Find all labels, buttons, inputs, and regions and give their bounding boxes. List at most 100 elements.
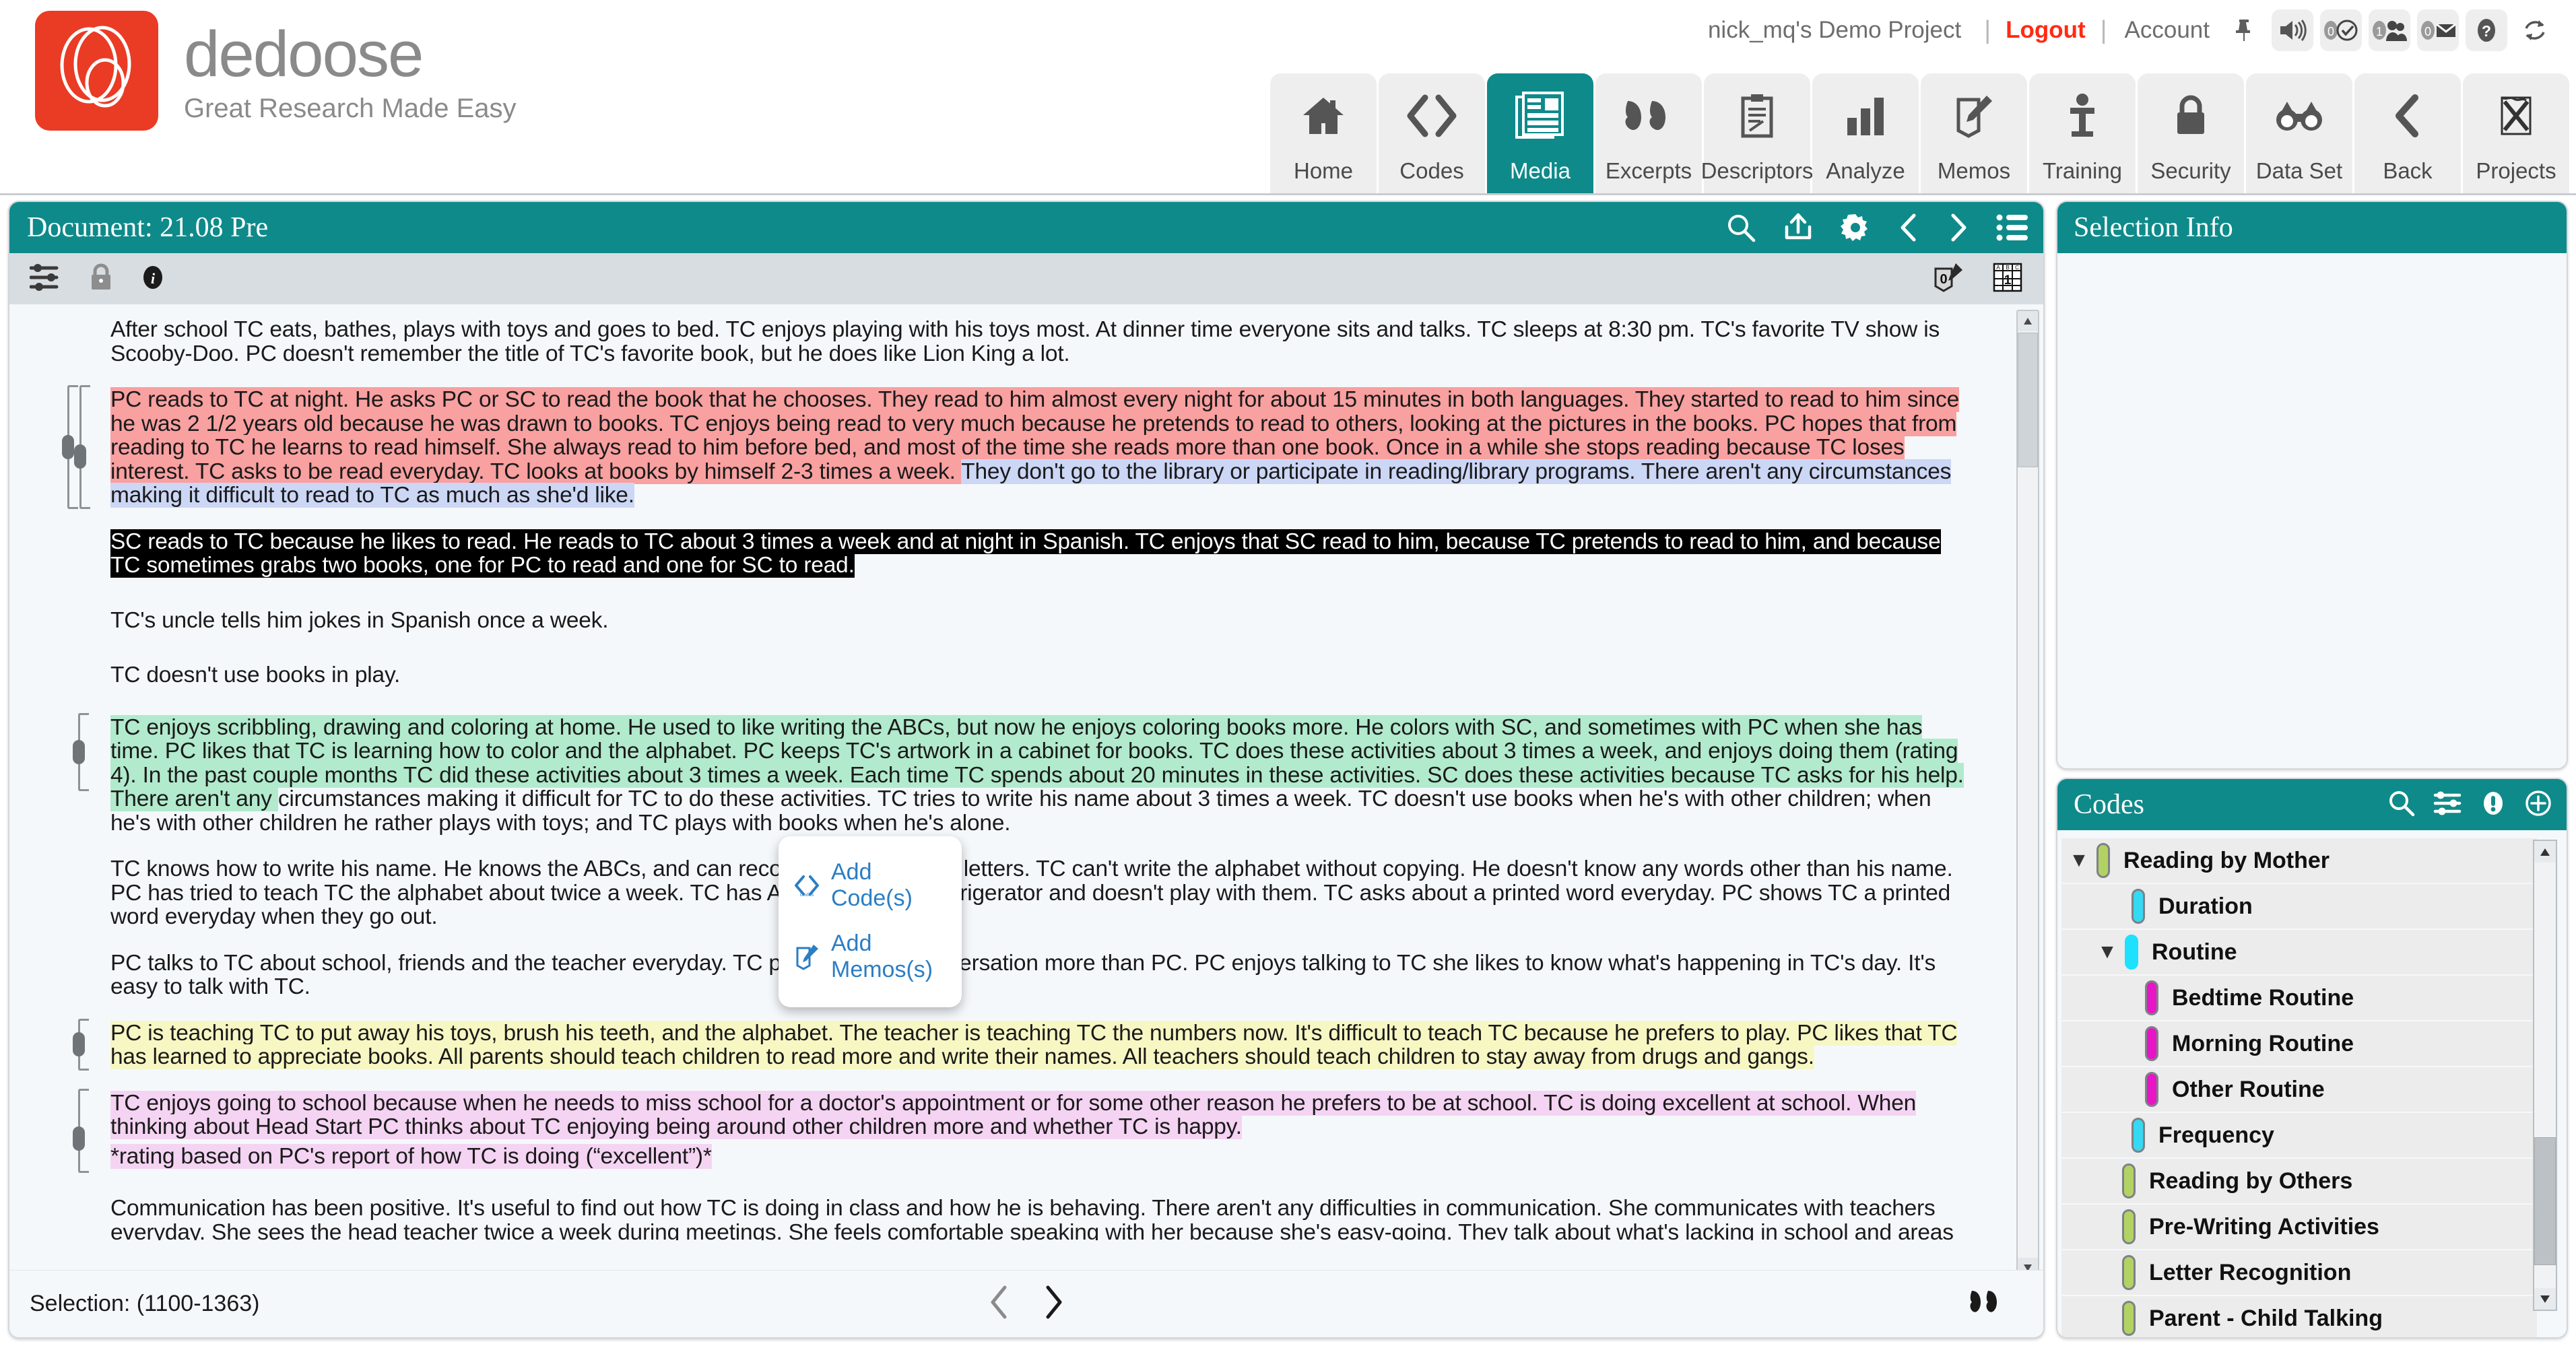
selection-context-menu[interactable]: Codes Add Code(s) Add Memos(s) [779, 836, 962, 1007]
lock-icon [2138, 73, 2244, 158]
tab-memos[interactable]: Memos [1921, 73, 2027, 193]
account-link[interactable]: Account [2118, 17, 2216, 44]
chevron-right-icon[interactable] [1946, 212, 1971, 243]
code-label: Reading by Others [2149, 1168, 2353, 1194]
chevron-down-icon[interactable]: ▼ [2061, 849, 2096, 872]
memo-badge-icon[interactable]: 0 [1931, 262, 1965, 296]
chevron-left-icon[interactable] [986, 1284, 1013, 1324]
codes-tree-container[interactable]: ▼ Reading by Mother Duration ▼ Routine B… [2057, 830, 2567, 1337]
tab-home[interactable]: Home [1270, 73, 1377, 193]
svg-text:C: C [2015, 265, 2019, 271]
code-bracket-group[interactable] [73, 1088, 105, 1173]
paragraph[interactable]: *rating based on PC's report of how TC i… [110, 1143, 1973, 1169]
code-bracket-group[interactable] [62, 385, 94, 509]
alert-exclamation-icon[interactable] [2480, 788, 2506, 821]
document-status-bar: Selection: (1100-1363) [9, 1270, 2043, 1337]
code-bracket-group[interactable] [73, 712, 105, 791]
scroll-down-arrow-icon[interactable] [2534, 1288, 2556, 1310]
paragraph[interactable]: After school TC eats, bathes, plays with… [110, 318, 1973, 366]
text-run: After school TC eats, bathes, plays with… [110, 317, 1940, 366]
help-question-icon[interactable]: ? [2466, 9, 2507, 51]
svg-text:B: B [2006, 265, 2009, 271]
paragraph-coded[interactable]: TC enjoys scribbling, drawing and colori… [73, 712, 1973, 836]
text-run: TC's uncle tells him jokes in Spanish on… [110, 607, 609, 633]
right-sidebar: Selection Info Codes ▼ Reading by Mother… [2056, 201, 2568, 1339]
chevron-down-icon[interactable]: ▼ [2090, 941, 2125, 964]
document-scrollbar[interactable] [2016, 310, 2039, 1279]
tab-security[interactable]: Security [2138, 73, 2244, 193]
add-plus-circle-icon[interactable] [2523, 788, 2553, 821]
code-color-swatch [2122, 1255, 2136, 1290]
tab-codes[interactable]: Codes [1379, 73, 1485, 193]
code-bracket-group[interactable] [73, 1018, 105, 1071]
pin-icon[interactable] [2223, 9, 2265, 51]
paragraph[interactable]: TC knows how to write his name. He knows… [110, 857, 1973, 929]
text-run: circumstances making it difficult for TC… [110, 786, 1931, 836]
training-group-icon[interactable]: 1 [2369, 9, 2410, 51]
quote-marks-icon[interactable] [1969, 1287, 2003, 1320]
sliders-filter-icon[interactable] [2433, 789, 2463, 821]
code-tree-item[interactable]: Frequency [2061, 1113, 2537, 1159]
chevron-left-icon[interactable] [1896, 212, 1921, 243]
paragraph-coded[interactable]: TC enjoys going to school because when h… [73, 1088, 1973, 1173]
scroll-up-arrow-icon[interactable] [2534, 841, 2556, 863]
approval-check-icon[interactable]: 0 [2320, 9, 2362, 51]
logout-link[interactable]: Logout [2002, 17, 2090, 44]
chevron-right-icon[interactable] [1040, 1284, 1067, 1324]
text-run: PC talks to TC about school, friends and… [110, 950, 1936, 999]
paragraph[interactable]: TC's uncle tells him jokes in Spanish on… [110, 607, 1973, 633]
code-tree-item[interactable]: Bedtime Routine [2061, 976, 2537, 1021]
gear-icon[interactable] [1840, 212, 1871, 243]
memo-pen-icon [1921, 73, 2027, 158]
code-tree-item[interactable]: Morning Routine [2061, 1021, 2537, 1067]
tab-media[interactable]: Media [1487, 73, 1593, 193]
paragraph[interactable]: PC talks to TC about school, friends and… [110, 951, 1973, 999]
add-codes-menu-item[interactable]: Codes Add Code(s) [779, 850, 962, 921]
search-icon[interactable] [2387, 789, 2416, 821]
paragraph[interactable]: Communication has been positive. It's us… [110, 1196, 1973, 1240]
document-scroll-area[interactable]: After school TC eats, bathes, plays with… [9, 304, 2043, 1289]
tab-projects[interactable]: Projects [2463, 73, 2569, 193]
upload-icon[interactable] [1782, 212, 1814, 243]
codes-scrollbar[interactable] [2533, 840, 2557, 1311]
highlight-pink[interactable]: TC enjoys going to school because when h… [110, 1090, 1916, 1139]
tab-analyze[interactable]: Analyze [1812, 73, 1919, 193]
add-memos-label: Add Memos(s) [831, 931, 933, 982]
code-tree-item[interactable]: Pre-Writing Activities [2061, 1205, 2537, 1250]
code-tree-item[interactable]: ▼ Reading by Mother [2061, 838, 2537, 884]
paragraph-selected[interactable]: SC reads to TC because he likes to read.… [110, 529, 1973, 578]
code-tree-item[interactable]: Reading by Others [2061, 1159, 2537, 1205]
info-icon[interactable]: i [140, 263, 166, 296]
code-tree-item[interactable]: Duration [2061, 884, 2537, 930]
tab-data-set[interactable]: Data Set [2246, 73, 2352, 193]
code-tree-item[interactable]: Other Routine [2061, 1067, 2537, 1113]
sliders-filter-icon[interactable] [29, 263, 62, 296]
svg-text:0: 0 [2327, 25, 2334, 38]
code-tree-item[interactable]: Letter Recognition [2061, 1250, 2537, 1296]
code-tree-item[interactable]: Parent - Child Talking [2061, 1296, 2537, 1337]
scrollbar-thumb[interactable] [2534, 1137, 2556, 1265]
descriptor-table-icon[interactable]: ABC1 [1992, 262, 2023, 296]
code-color-swatch [2122, 1301, 2136, 1336]
list-view-icon[interactable] [1996, 213, 2028, 242]
tab-excerpts[interactable]: Excerpts [1595, 73, 1702, 193]
refresh-sync-icon[interactable] [2514, 9, 2556, 51]
scroll-up-arrow-icon[interactable] [2018, 311, 2038, 331]
text-selection-highlight[interactable]: SC reads to TC because he likes to read.… [110, 529, 1941, 578]
document-text-body[interactable]: After school TC eats, bathes, plays with… [9, 304, 2014, 1240]
speaker-icon[interactable] [2272, 9, 2313, 51]
paragraph[interactable]: TC doesn't use books in play. [110, 663, 1973, 687]
search-icon[interactable] [1725, 212, 1756, 243]
paragraph-coded[interactable]: PC reads to TC at night. He asks PC or S… [62, 385, 1973, 509]
tab-descriptors[interactable]: Descriptors [1701, 73, 1813, 193]
code-tree-item[interactable]: ▼ Routine [2061, 930, 2537, 976]
highlight-pink-note[interactable]: *rating based on PC's report of how TC i… [110, 1143, 712, 1169]
highlight-yellow[interactable]: PC is teaching TC to put away his toys, … [110, 1020, 1958, 1069]
scrollbar-thumb[interactable] [2018, 333, 2038, 467]
lock-icon[interactable] [89, 263, 113, 296]
envelope-icon[interactable]: 0 [2417, 9, 2459, 51]
tab-training[interactable]: Training [2029, 73, 2136, 193]
paragraph-coded[interactable]: PC is teaching TC to put away his toys, … [73, 1018, 1973, 1071]
tab-back[interactable]: Back [2354, 73, 2461, 193]
add-memos-menu-item[interactable]: Add Memos(s) [779, 921, 962, 992]
